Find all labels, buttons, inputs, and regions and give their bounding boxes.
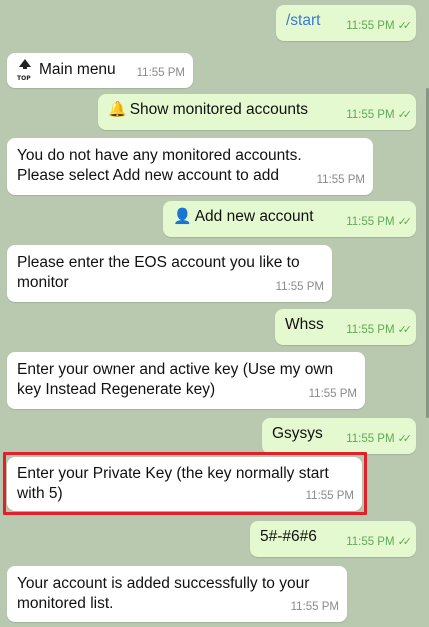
message-text: 5#-#6#6 <box>260 528 317 545</box>
message-time: 11:55 PM <box>308 388 357 400</box>
double-check-icon: ✓✓ <box>397 20 413 32</box>
message-line: Your account is added successfully to yo… <box>17 575 310 592</box>
message-outgoing-start[interactable]: /start 11:55 PM ✓✓ <box>276 5 416 41</box>
message-text: Add new account <box>194 208 314 225</box>
message-incoming-no-accounts[interactable]: You do not have any monitored accounts. … <box>7 138 373 195</box>
message-text: Main menu <box>39 61 116 78</box>
double-check-icon: ✓✓ <box>397 109 413 121</box>
highlight-box <box>3 452 367 515</box>
message-outgoing-account-name[interactable]: Whss 11:55 PM ✓✓ <box>275 309 416 345</box>
message-time: 11:55 PM <box>136 67 185 79</box>
double-check-icon: ✓✓ <box>397 324 413 336</box>
message-outgoing-private-key-reply[interactable]: 5#-#6#6 11:55 PM ✓✓ <box>250 521 416 557</box>
double-check-icon: ✓✓ <box>397 433 413 445</box>
message-time: 11:55 PM <box>275 281 324 293</box>
message-outgoing-add-new-account[interactable]: 👤 Add new account 11:55 PM ✓✓ <box>163 201 416 237</box>
message-line: Enter your owner and active key (Use my … <box>17 361 334 378</box>
bell-icon: 🔔 <box>108 101 127 118</box>
message-line: monitored list. <box>17 595 114 612</box>
message-incoming-account-added[interactable]: Your account is added successfully to yo… <box>7 566 347 622</box>
message-time: 11:55 PM <box>346 433 395 445</box>
message-incoming-owner-active-key[interactable]: Enter your owner and active key (Use my … <box>7 352 365 409</box>
message-time: 11:55 PM <box>346 324 395 336</box>
user-icon: 👤 <box>173 208 192 225</box>
message-time: 11:55 PM <box>290 601 339 613</box>
double-check-icon: ✓✓ <box>397 536 413 548</box>
message-incoming-main-menu[interactable]: TOP Main menu 11:55 PM <box>7 53 193 88</box>
message-incoming-enter-eos-account[interactable]: Please enter the EOS account you like to… <box>7 245 332 302</box>
message-outgoing-key-reply[interactable]: Gsysys 11:55 PM ✓✓ <box>262 418 416 454</box>
message-line: Please select Add new account to add <box>17 167 279 184</box>
message-time: 11:55 PM <box>346 109 395 121</box>
chat-area[interactable]: /start 11:55 PM ✓✓ TOP Main menu 11:55 PM … <box>0 0 429 627</box>
message-line: Please enter the EOS account you like to <box>17 254 300 271</box>
message-outgoing-show-monitored[interactable]: 🔔 Show monitored accounts 11:55 PM ✓✓ <box>98 94 416 130</box>
message-line: key Instead Regenerate key) <box>17 381 216 398</box>
message-text[interactable]: /start <box>286 12 320 29</box>
double-check-icon: ✓✓ <box>397 216 413 228</box>
message-time: 11:55 PM <box>316 174 365 186</box>
message-text: Show monitored accounts <box>129 101 309 118</box>
message-time: 11:55 PM <box>346 20 395 32</box>
message-line: You do not have any monitored accounts. <box>17 147 302 164</box>
top-arrow-icon: TOP <box>17 59 33 82</box>
message-text: Whss <box>285 316 324 333</box>
message-time: 11:55 PM <box>346 536 395 548</box>
message-time: 11:55 PM <box>346 216 395 228</box>
message-text: Gsysys <box>272 425 323 442</box>
